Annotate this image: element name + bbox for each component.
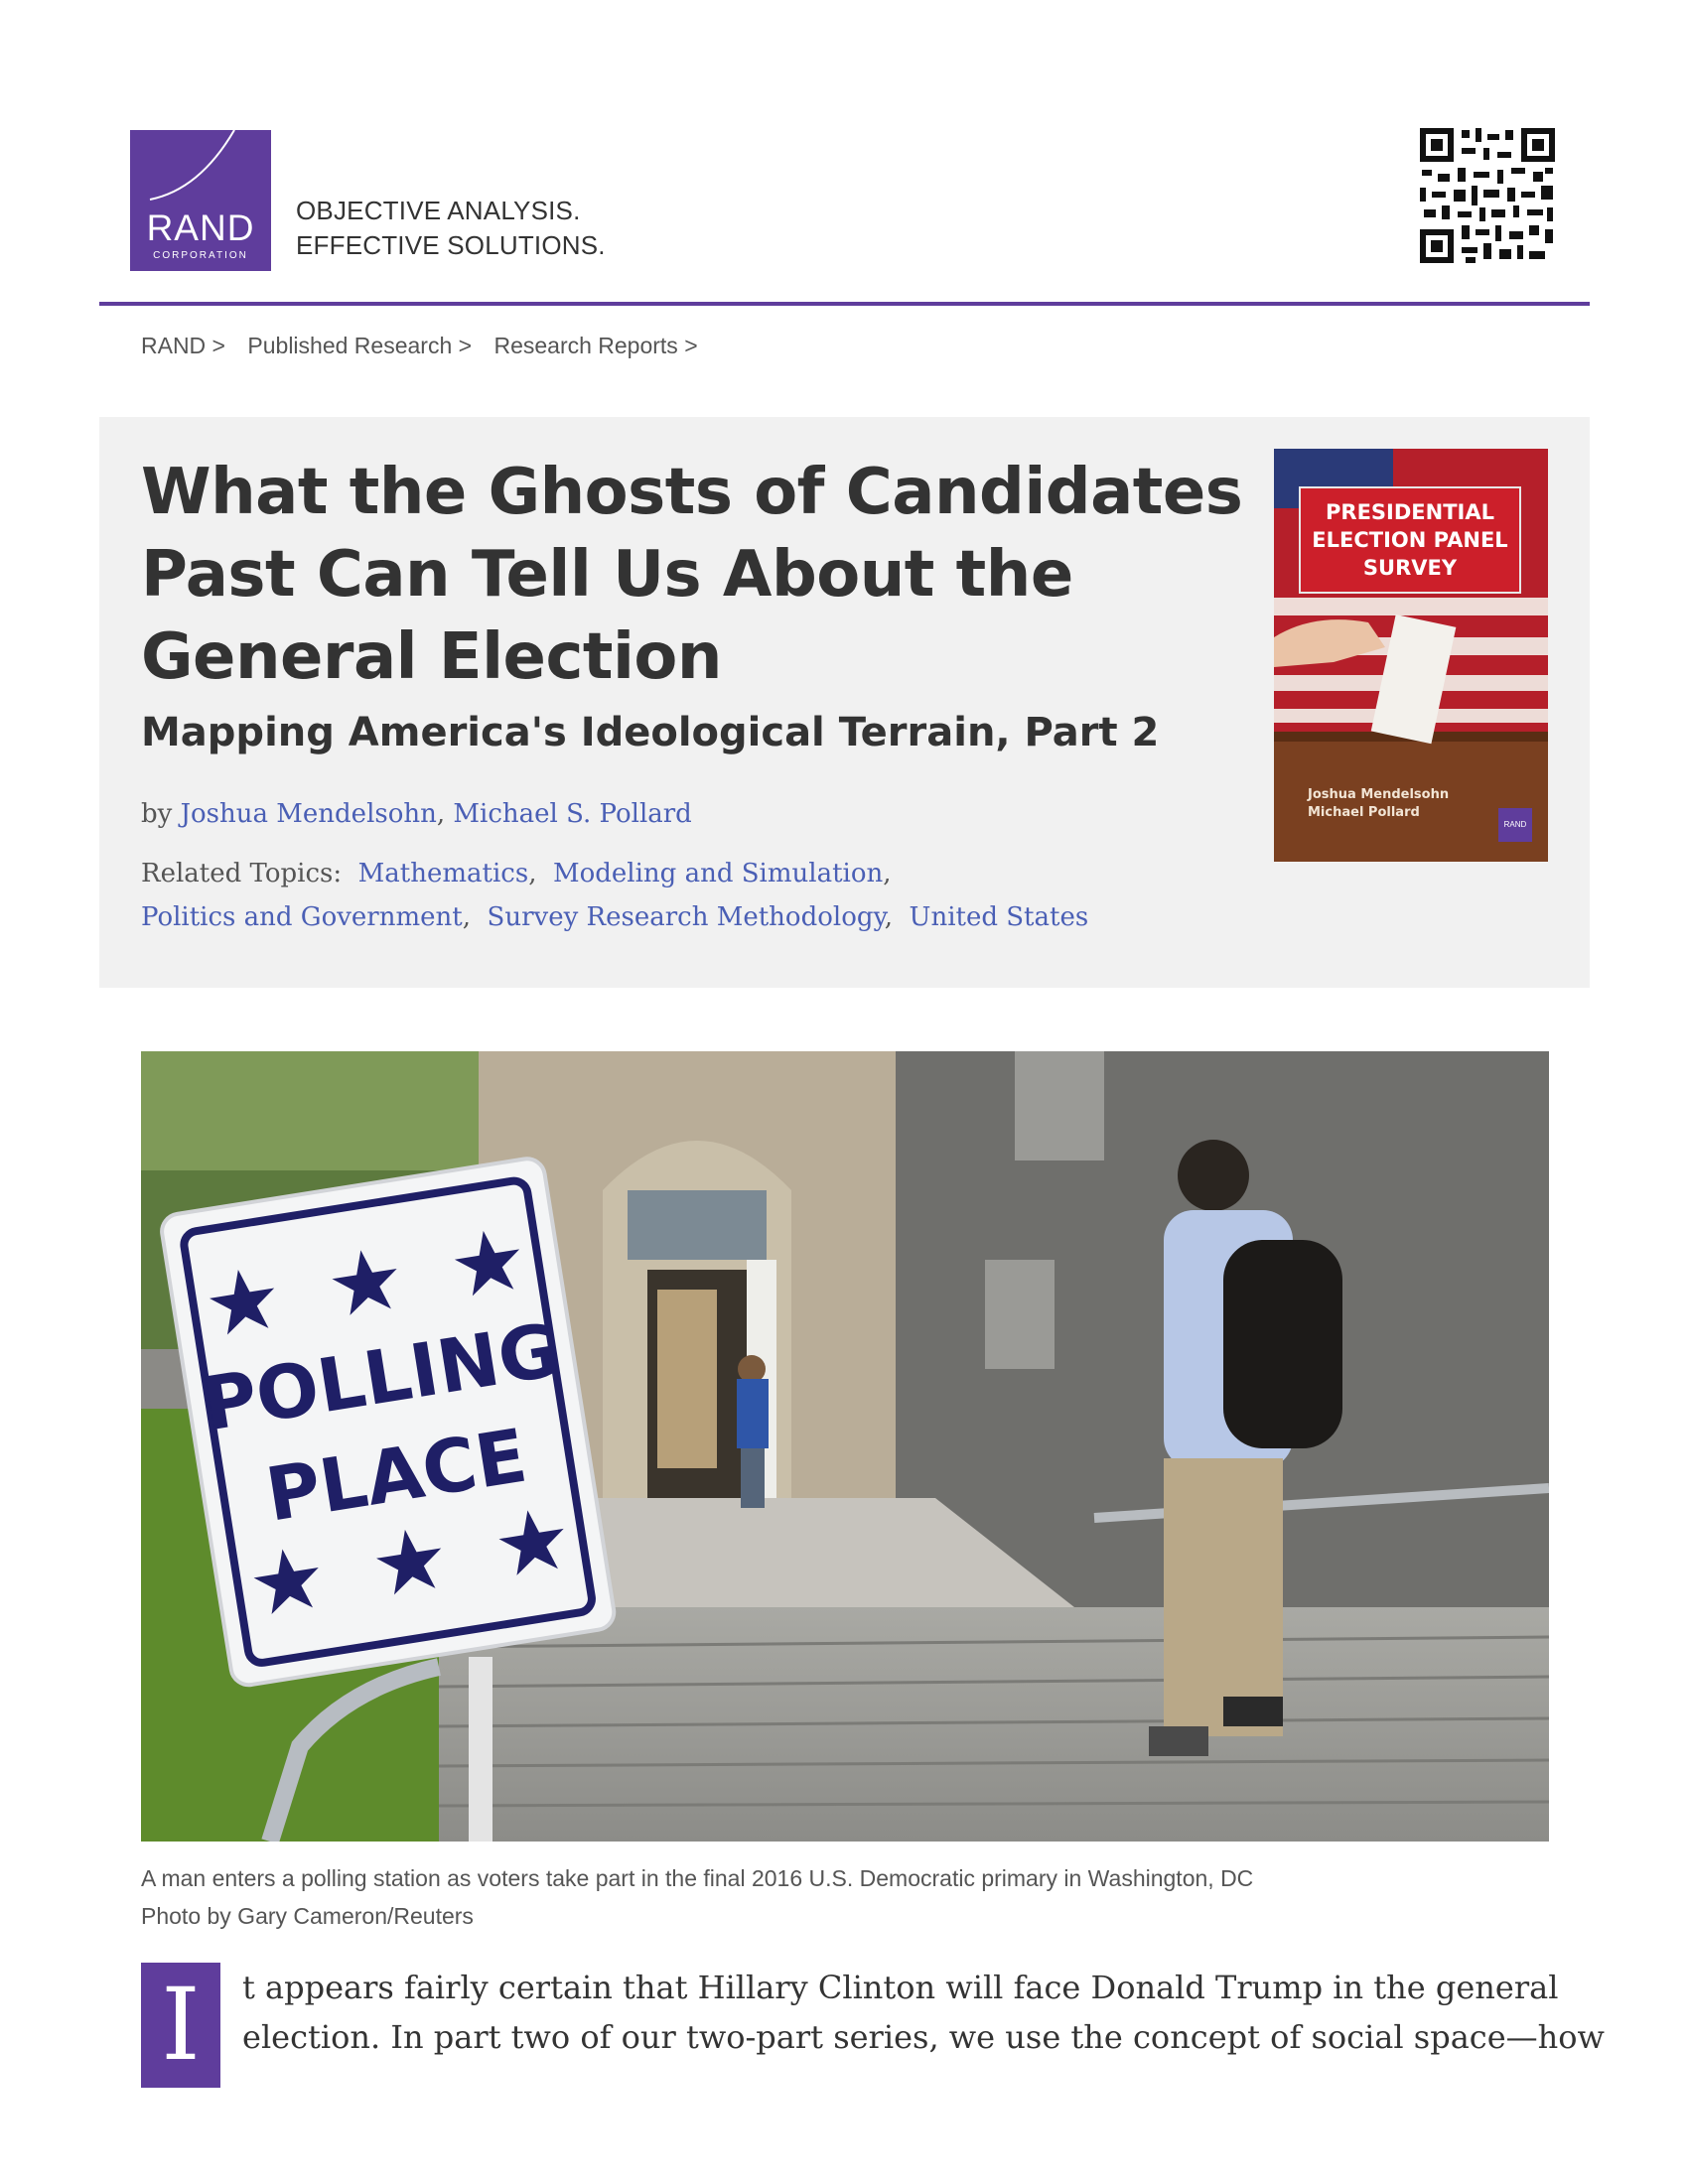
polling-place-photo: POLLING PLACE [141, 1051, 1549, 1842]
report-cover-image[interactable]: PRESIDENTIAL ELECTION PANEL SURVEY Joshu… [1274, 449, 1548, 862]
breadcrumb-rand[interactable]: RAND > [141, 333, 225, 358]
caption-text: A man enters a polling station as voters… [141, 1865, 1254, 1891]
topic-link[interactable]: Politics and Government [141, 902, 463, 932]
logo-subtitle: CORPORATION [153, 250, 248, 261]
tagline-line-1: OBJECTIVE ANALYSIS. [296, 196, 581, 225]
cover-author: Joshua Mendelsohn [1308, 787, 1450, 802]
breadcrumb-research-reports[interactable]: Research Reports > [493, 333, 697, 358]
topic-link[interactable]: United States [910, 902, 1089, 932]
body-line: election. In part two of our two-part se… [242, 2018, 1605, 2056]
topic-link[interactable]: Mathematics [358, 859, 529, 888]
topic-link[interactable]: Survey Research Methodology [488, 902, 885, 932]
hero-photo: POLLING PLACE [141, 1051, 1549, 1842]
related-topics-label: Related Topics: [141, 859, 343, 888]
logo-wordmark: RAND [146, 207, 255, 248]
page-subtitle: Mapping America's Ideological Terrain, P… [141, 710, 1160, 755]
cover-author: Michael Pollard [1308, 805, 1420, 820]
byline: by Joshua Mendelsohn, Michael S. Pollard [141, 799, 692, 829]
author-link[interactable]: Joshua Mendelsohn [181, 799, 437, 829]
related-topics: Related Topics: Mathematics, Modeling an… [141, 859, 1089, 932]
drop-cap: I [141, 1963, 220, 2088]
cover-authors: Joshua Mendelsohn Michael Pollard [1308, 786, 1449, 822]
breadcrumb-published-research[interactable]: Published Research > [247, 333, 472, 358]
tagline-line-2: EFFECTIVE SOLUTIONS. [296, 230, 606, 260]
page-title: What the Ghosts of Candidates Past Can T… [141, 456, 1243, 694]
article-body: t appears fairly certain that Hillary Cl… [242, 1963, 1605, 2062]
topic-link[interactable]: Modeling and Simulation [553, 859, 883, 888]
author-link[interactable]: Michael S. Pollard [453, 799, 691, 829]
header-divider [99, 302, 1590, 306]
cover-title: PRESIDENTIAL ELECTION PANEL SURVEY [1299, 486, 1521, 594]
rand-logo[interactable]: RAND CORPORATION [130, 130, 271, 271]
body-line: t appears fairly certain that Hillary Cl… [242, 1969, 1559, 2006]
tagline: OBJECTIVE ANALYSIS. EFFECTIVE SOLUTIONS. [296, 194, 606, 263]
by-label: by [141, 799, 173, 829]
cover-rand-logo: RAND [1498, 808, 1532, 842]
qr-code-icon [1418, 126, 1557, 265]
photo-credit: Photo by Gary Cameron/Reuters [141, 1903, 474, 1929]
photo-caption: A man enters a polling station as voters… [141, 1859, 1253, 1935]
breadcrumb: RAND > Published Research > Research Rep… [141, 333, 714, 359]
